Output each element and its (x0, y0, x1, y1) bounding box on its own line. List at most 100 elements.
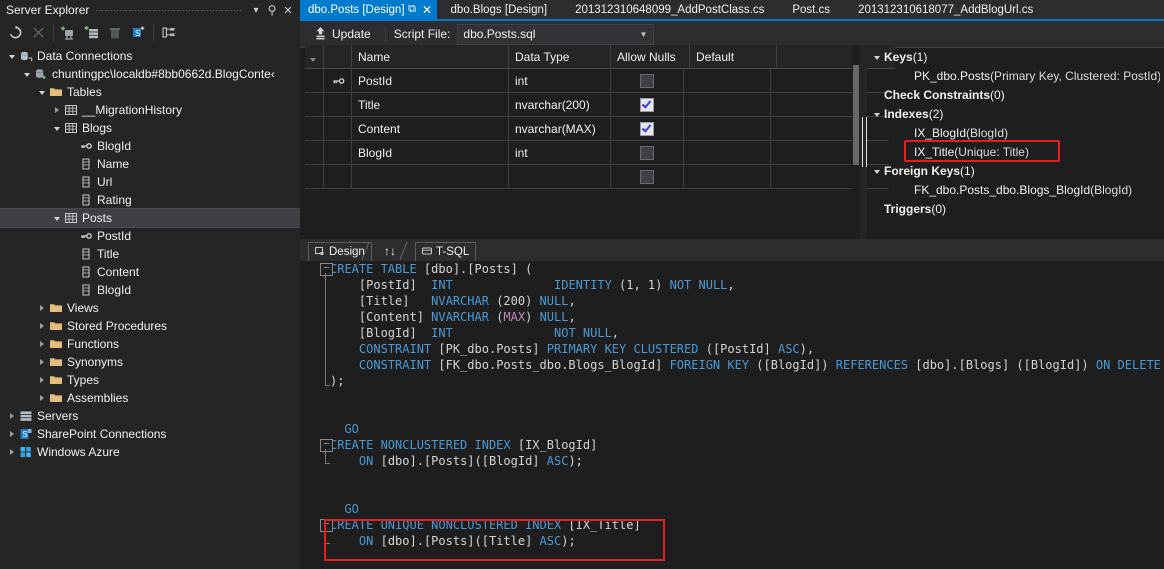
allow-nulls-checkbox[interactable] (640, 73, 654, 88)
expand-triangle-icon[interactable] (6, 425, 17, 443)
tree-node-rating[interactable]: Rating (0, 191, 300, 209)
collapse-triangle-icon[interactable] (21, 65, 32, 83)
document-tab-strip[interactable]: dbo.Posts [Design] ⧉ ✕ dbo.Blogs [Design] 20… (300, 0, 1164, 21)
allow-nulls-cell[interactable] (611, 141, 684, 165)
expand-triangle-icon[interactable] (36, 389, 47, 407)
tree-node-posts[interactable]: Posts (0, 208, 300, 228)
table-row[interactable]: Title nvarchar(200) (305, 93, 889, 117)
allow-nulls-checkbox[interactable] (640, 145, 654, 160)
tree-node-blogid[interactable]: BlogId (0, 137, 300, 155)
property-item[interactable]: IX_Title (Unique: Title) (870, 142, 1160, 161)
tab-close-icon[interactable]: ✕ (420, 3, 435, 17)
property-group-keys[interactable]: Keys (1) (870, 47, 1160, 66)
tree-node-data-connections[interactable]: Data Connections (0, 47, 300, 65)
property-item[interactable]: FK_dbo.Posts_dbo.Blogs_BlogId (BlogId) (870, 180, 1160, 199)
grid-vertical-scrollbar[interactable] (852, 45, 860, 239)
collapse-triangle-icon[interactable] (36, 83, 47, 101)
tree-node-synonyms[interactable]: Synonyms (0, 353, 300, 371)
tree-node-url[interactable]: Url (0, 173, 300, 191)
collapse-triangle-icon[interactable] (51, 119, 62, 137)
tree-node-migrationhistory[interactable]: __MigrationHistory (0, 101, 300, 119)
document-tab-dbo-blogs-design[interactable]: dbo.Blogs [Design] (437, 0, 562, 19)
allow-nulls-checkbox[interactable] (640, 169, 654, 184)
connect-to-server-icon[interactable] (81, 23, 103, 43)
expand-triangle-icon[interactable] (36, 371, 47, 389)
table-row[interactable] (305, 165, 889, 189)
property-group-check-constraints[interactable]: Check Constraints (0) (870, 85, 1160, 104)
property-item[interactable]: IX_BlogId (BlogId) (870, 123, 1160, 142)
fold-collapse-icon[interactable]: – (320, 439, 333, 452)
allow-nulls-cell[interactable] (611, 69, 684, 93)
table-row[interactable]: Content nvarchar(MAX) (305, 117, 889, 141)
tree-node-blogs[interactable]: Blogs (0, 119, 300, 137)
tree-node-views[interactable]: Views (0, 299, 300, 317)
tree-node-functions[interactable]: Functions (0, 335, 300, 353)
tree-node-postid[interactable]: PostId (0, 227, 300, 245)
column-name-cell[interactable]: Title (352, 93, 509, 117)
tree-node-assemblies[interactable]: Assemblies (0, 389, 300, 407)
column-name-cell[interactable] (352, 165, 509, 189)
row-selector[interactable] (305, 141, 324, 165)
property-group-foreign-keys[interactable]: Foreign Keys (1) (870, 161, 1160, 180)
column-definition-grid[interactable]: Name Data Type Allow Nulls Default PostId int… (305, 45, 895, 189)
table-row[interactable]: PostId int (305, 69, 889, 93)
table-properties-panel[interactable]: Keys (1) PK_dbo.Posts (Primary Key, Clust… (870, 47, 1160, 237)
document-tab-post-cs[interactable]: Post.cs (778, 0, 844, 19)
expand-triangle-icon[interactable] (6, 407, 17, 425)
tab-pin-icon[interactable]: ⧉ (405, 3, 420, 16)
allow-nulls-cell[interactable] (611, 93, 684, 117)
column-name-cell[interactable]: PostId (352, 69, 509, 93)
tree-node-name[interactable]: Name (0, 155, 300, 173)
tree-node-types[interactable]: Types (0, 371, 300, 389)
row-selector[interactable] (305, 93, 324, 117)
property-group-triggers[interactable]: Triggers (0) (870, 199, 1160, 218)
expand-triangle-icon[interactable] (36, 353, 47, 371)
data-type-cell[interactable]: int (509, 69, 611, 93)
refresh-icon[interactable] (4, 23, 26, 43)
collapse-triangle-icon[interactable] (870, 112, 884, 117)
row-selector[interactable] (305, 69, 324, 93)
fold-collapse-icon[interactable]: – (320, 519, 333, 532)
tsql-code-editor[interactable]: – CREATE TABLE [dbo].[Posts] ( [PostId] I… (300, 261, 1164, 569)
expand-triangle-icon[interactable] (36, 335, 47, 353)
allow-nulls-checkbox[interactable] (640, 97, 654, 112)
data-type-cell[interactable]: int (509, 141, 611, 165)
collapse-triangle-icon[interactable] (870, 55, 884, 60)
expand-triangle-icon[interactable] (36, 317, 47, 335)
tree-node-windows-azure[interactable]: Windows Azure (0, 443, 300, 461)
update-button[interactable]: Update (308, 24, 377, 45)
tree-node-title[interactable]: Title (0, 245, 300, 263)
object-hierarchy-icon[interactable] (158, 23, 180, 43)
data-type-cell[interactable] (509, 165, 611, 189)
fold-collapse-icon[interactable]: – (320, 263, 333, 276)
tree-node-tables[interactable]: Tables (0, 83, 300, 101)
default-value-cell[interactable] (684, 69, 771, 93)
document-tab-dbo-posts-design[interactable]: dbo.Posts [Design] ⧉ ✕ (300, 0, 437, 19)
default-value-cell[interactable] (684, 165, 771, 189)
tab-sync[interactable]: ↑↓ (378, 242, 402, 260)
window-dropdown-icon[interactable]: ▾ (248, 2, 264, 18)
collapse-triangle-icon[interactable] (51, 209, 62, 227)
column-name-cell[interactable]: Content (352, 117, 509, 141)
row-selector[interactable] (305, 117, 324, 141)
tab-tsql[interactable]: T-SQL (415, 242, 477, 261)
document-tab-201312310618077-addblogurl-cs[interactable]: 201312310618077_AddBlogUrl.cs (844, 0, 1047, 19)
default-value-cell[interactable] (684, 93, 771, 117)
sharepoint-connection-icon[interactable]: S (127, 23, 149, 43)
tree-node-chuntingpc-localdb-8bb0662d-blogconte[interactable]: chuntingpc\localdb#8bb0662d.BlogConte‹ (0, 65, 300, 83)
table-row[interactable]: BlogId int (305, 141, 889, 165)
default-value-cell[interactable] (684, 141, 771, 165)
expand-triangle-icon[interactable] (36, 299, 47, 317)
property-group-indexes[interactable]: Indexes (2) (870, 104, 1160, 123)
allow-nulls-cell[interactable] (611, 165, 684, 189)
tree-node-content[interactable]: Content (0, 263, 300, 281)
data-type-cell[interactable]: nvarchar(200) (509, 93, 611, 117)
row-selector[interactable] (305, 165, 324, 189)
collapse-triangle-icon[interactable] (6, 47, 17, 65)
column-name-cell[interactable]: BlogId (352, 141, 509, 165)
pin-icon[interactable]: ⚲ (264, 2, 280, 18)
allow-nulls-checkbox[interactable] (640, 121, 654, 136)
property-item[interactable]: PK_dbo.Posts (Primary Key, Clustered: Po… (870, 66, 1160, 85)
tree-node-stored-procedures[interactable]: Stored Procedures (0, 317, 300, 335)
script-file-combobox[interactable]: dbo.Posts.sql ▼ (457, 23, 655, 45)
